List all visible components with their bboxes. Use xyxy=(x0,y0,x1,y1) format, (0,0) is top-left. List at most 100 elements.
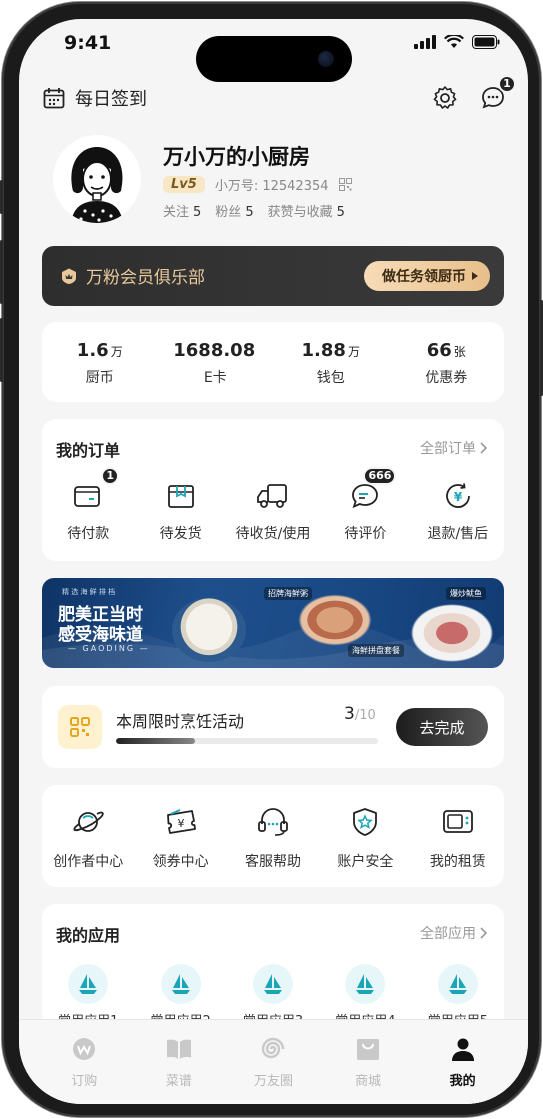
orders-title: 我的订单 xyxy=(56,441,121,460)
comment-icon: 666 xyxy=(348,467,397,513)
order-badge: 666 xyxy=(363,467,397,485)
activity-complete-button[interactable]: 去完成 xyxy=(396,708,488,746)
banner-tag-porridge: 招牌海鲜粥 xyxy=(264,587,312,600)
seafood-promo-banner[interactable]: 精 选 海 鲜 排 档 肥美正当时 感受海味道 — GAODING — 招牌海鲜… xyxy=(42,578,504,668)
service-label: 账户安全 xyxy=(337,854,394,870)
banner-small-text: 精 选 海 鲜 排 档 xyxy=(62,588,116,596)
top-bar: 每日签到 1 xyxy=(43,75,516,117)
service-item[interactable]: ¥ 领券中心 xyxy=(134,785,226,887)
messages-button[interactable]: 1 xyxy=(478,75,516,113)
refund-icon: ¥ xyxy=(441,479,475,513)
profile-name: 万小万的小厨房 xyxy=(163,145,310,169)
settings-button[interactable] xyxy=(430,83,460,113)
service-item[interactable]: 创作者中心 xyxy=(42,785,134,887)
profile-meta: Lv5 小万号: 12542354 xyxy=(163,175,352,194)
bottom-tab-bar: 订购 菜谱 万友圈 商城 我的 xyxy=(19,1019,528,1104)
service-item[interactable]: 账户安全 xyxy=(319,785,411,887)
tab-label: 商城 xyxy=(355,1074,382,1089)
asset-label: 优惠券 xyxy=(425,370,468,386)
user-id-label: 小万号: 12542354 xyxy=(214,179,329,194)
fans-stat[interactable]: 粉丝 5 xyxy=(215,201,253,220)
message-badge: 1 xyxy=(498,75,516,93)
order-status-label: 待收货/使用 xyxy=(235,526,311,542)
service-label: 客服帮助 xyxy=(245,854,302,870)
assets-card: 1.6 万厨币 1688.08 E卡 1.88 万钱包 66 张优惠券 xyxy=(42,322,504,402)
wifi-icon xyxy=(444,35,464,48)
order-status-item[interactable]: 666 待评价 xyxy=(319,467,411,543)
activity-icon xyxy=(58,705,102,749)
follow-stat[interactable]: 关注 5 xyxy=(163,201,201,220)
asset-item[interactable]: 1688.08 E卡 xyxy=(158,322,274,402)
sailboat-icon xyxy=(437,964,478,1004)
club-title-text: 万粉会员俱乐部 xyxy=(86,268,205,288)
book-icon xyxy=(165,1036,193,1066)
volume-up-button xyxy=(0,240,3,304)
sailboat-icon xyxy=(345,964,386,1004)
svg-text:¥: ¥ xyxy=(177,817,184,830)
all-apps-label: 全部应用 xyxy=(420,926,476,942)
asset-label: 钱包 xyxy=(316,370,345,386)
orders-card: 我的订单 全部订单 1 待付款 待发货 待收货/使用 666 待评价 ¥ 退款/售后 xyxy=(42,419,504,561)
sailboat-icon xyxy=(68,964,109,1004)
checkin-label: 每日签到 xyxy=(75,89,147,110)
box-icon xyxy=(164,479,198,513)
order-status-item[interactable]: ¥ 退款/售后 xyxy=(412,479,504,543)
order-status-label: 退款/售后 xyxy=(427,526,489,542)
tab-order[interactable]: 订购 xyxy=(37,1020,132,1104)
sailboat-icon xyxy=(160,964,201,1004)
tab-person[interactable]: 我的 xyxy=(415,1020,510,1104)
service-item[interactable]: 客服帮助 xyxy=(227,785,319,887)
svg-text:¥: ¥ xyxy=(454,490,463,504)
service-label: 领券中心 xyxy=(152,854,209,870)
asset-unit: 张 xyxy=(453,345,466,359)
activity-title: 本周限时烹饪活动 xyxy=(116,712,245,731)
avatar-illustration xyxy=(53,135,141,223)
tab-label: 万友圈 xyxy=(253,1074,293,1089)
order-status-item[interactable]: 1 待付款 xyxy=(42,467,134,543)
tab-spiral[interactable]: 万友圈 xyxy=(226,1020,321,1104)
all-orders-link[interactable]: 全部订单 xyxy=(420,438,488,458)
all-orders-label: 全部订单 xyxy=(420,441,476,457)
order-status-item[interactable]: 待收货/使用 xyxy=(227,479,319,543)
club-task-label: 做任务领厨币 xyxy=(382,269,466,285)
asset-item[interactable]: 1.88 万钱包 xyxy=(273,322,389,402)
wallet-icon: 1 xyxy=(71,467,120,513)
banner-tag-platter: 海鲜拼盘套餐 xyxy=(348,644,404,657)
order-status-label: 待发货 xyxy=(159,526,202,542)
club-task-button[interactable]: 做任务领厨币 xyxy=(364,261,490,291)
squid-dish xyxy=(408,602,496,664)
screen: 9:41 每日签到 1 万小万的小厨房 Lv5 小万号: 12542354 关注… xyxy=(19,19,528,1104)
service-label: 创作者中心 xyxy=(53,854,124,870)
banner-tag-squid: 爆炒鱿鱼 xyxy=(446,587,486,600)
club-title: 万粉会员俱乐部 xyxy=(60,263,205,288)
service-item[interactable]: 我的租赁 xyxy=(412,785,504,887)
avatar[interactable] xyxy=(53,135,141,223)
porridge-dish xyxy=(172,598,246,662)
daily-checkin-button[interactable]: 每日签到 xyxy=(43,85,147,111)
qrcode-icon[interactable] xyxy=(338,178,352,191)
service-label: 我的租赁 xyxy=(429,854,486,870)
tab-book[interactable]: 菜谱 xyxy=(132,1020,227,1104)
truck-icon xyxy=(256,479,290,513)
all-apps-link[interactable]: 全部应用 xyxy=(420,923,488,943)
phone-frame: 9:41 每日签到 1 万小万的小厨房 Lv5 小万号: 12542354 关注… xyxy=(2,2,541,1117)
chevron-right-icon xyxy=(480,442,488,454)
member-club-banner[interactable]: 万粉会员俱乐部 做任务领厨币 xyxy=(42,246,504,306)
planet-icon xyxy=(71,807,105,841)
banner-title-line2: 感受海味道 xyxy=(58,625,143,645)
battery-icon xyxy=(472,35,500,49)
cooking-activity-card: 本周限时烹饪活动 3/10 去完成 xyxy=(42,686,504,768)
tv-icon xyxy=(441,807,475,841)
tab-label: 订购 xyxy=(71,1074,98,1089)
asset-item[interactable]: 1.6 万厨币 xyxy=(42,322,158,402)
asset-item[interactable]: 66 张优惠券 xyxy=(389,322,505,402)
order-status-item[interactable]: 待发货 xyxy=(134,479,226,543)
gear-icon xyxy=(433,86,457,109)
signal-icon xyxy=(414,35,436,49)
tab-shop[interactable]: 商城 xyxy=(321,1020,416,1104)
headset-icon xyxy=(256,807,290,841)
likes-stat[interactable]: 获赞与收藏 5 xyxy=(268,201,345,220)
apps-title: 我的应用 xyxy=(56,926,121,945)
banner-subtitle: — GAODING — xyxy=(68,644,150,653)
chevron-right-icon xyxy=(480,927,488,939)
